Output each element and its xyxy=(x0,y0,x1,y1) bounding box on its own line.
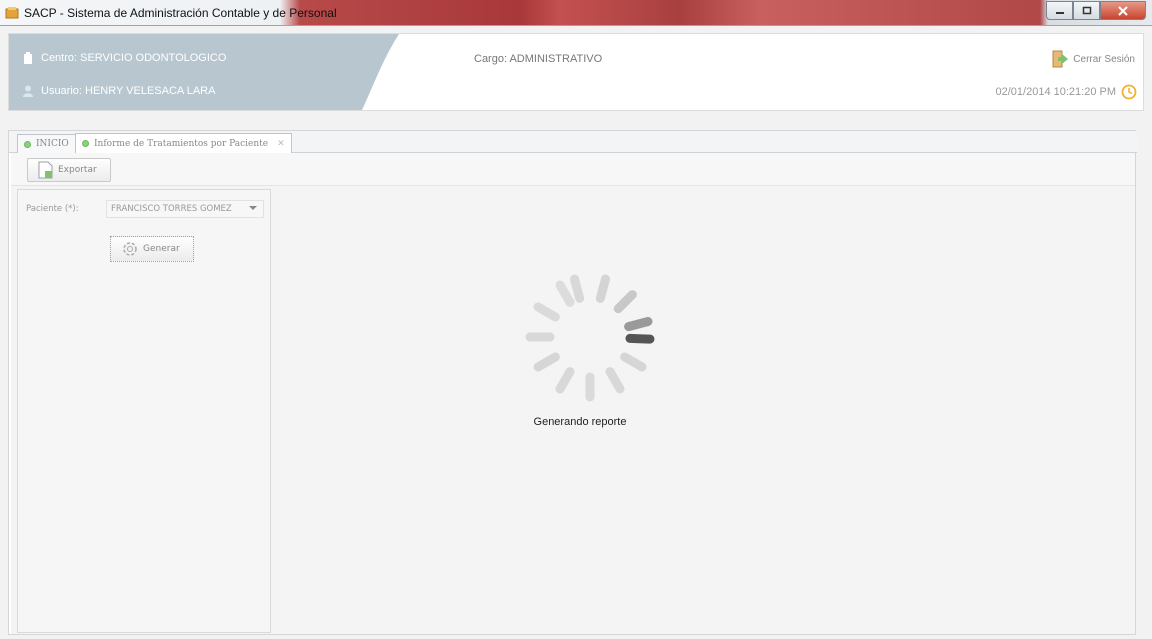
tab-informe-tratamientos[interactable]: Informe de Tratamientos por Paciente ✕ xyxy=(75,133,292,153)
datetime-display: 02/01/2014 10:21:20 PM xyxy=(996,84,1137,100)
user-header: Centro: SERVICIO ODONTOLOGICO Usuario: H… xyxy=(8,33,1144,111)
tab-inicio[interactable]: INICIO xyxy=(17,134,76,153)
tab-label: INICIO xyxy=(36,139,69,149)
usuario-label: Usuario: HENRY VELESACA LARA xyxy=(41,85,216,97)
tab-strip: INICIO Informe de Tratamientos por Pacie… xyxy=(9,131,1137,153)
minimize-button[interactable] xyxy=(1046,1,1073,20)
maximize-button[interactable] xyxy=(1073,1,1100,20)
generate-button[interactable]: Generar xyxy=(110,236,194,262)
gear-icon xyxy=(123,242,137,256)
status-dot-icon xyxy=(82,140,89,147)
close-icon xyxy=(1118,5,1128,16)
tab-label: Informe de Tratamientos por Paciente xyxy=(94,138,269,149)
filter-pane: Paciente (*): FRANCISCO TORRES GOMEZ Gen… xyxy=(17,189,271,633)
title-bar: SACP - Sistema de Administración Contabl… xyxy=(0,0,1152,26)
header-banner xyxy=(9,34,399,110)
export-button[interactable]: Exportar xyxy=(27,158,111,182)
chevron-down-icon xyxy=(249,206,257,210)
generate-label: Generar xyxy=(143,244,180,254)
export-document-icon xyxy=(38,161,53,179)
user-icon xyxy=(23,85,33,97)
status-dot-icon xyxy=(24,140,31,148)
tab-close-icon[interactable]: ✕ xyxy=(277,139,285,149)
centro-info: Centro: SERVICIO ODONTOLOGICO xyxy=(23,52,226,64)
centro-label: Centro: SERVICIO ODONTOLOGICO xyxy=(41,52,227,64)
patient-label: Paciente (*): xyxy=(26,204,79,214)
usuario-info: Usuario: HENRY VELESACA LARA xyxy=(23,85,215,97)
clock-icon xyxy=(1121,84,1137,100)
app-icon xyxy=(5,7,19,19)
building-icon xyxy=(24,52,32,64)
close-button[interactable] xyxy=(1100,1,1146,20)
patient-select[interactable]: FRANCISCO TORRES GOMEZ xyxy=(106,200,264,218)
datetime-label: 02/01/2014 10:21:20 PM xyxy=(995,86,1116,98)
loading-message: Generando reporte xyxy=(533,416,627,428)
logout-button[interactable]: Cerrar Sesión xyxy=(1051,50,1135,68)
minimize-icon xyxy=(1055,11,1064,14)
export-label: Exportar xyxy=(58,165,97,175)
cargo-label: Cargo: ADMINISTRATIVO xyxy=(474,53,603,65)
logout-label: Cerrar Sesión xyxy=(1073,53,1135,65)
door-exit-icon xyxy=(1052,50,1069,68)
window-title: SACP - Sistema de Administración Contabl… xyxy=(24,6,337,20)
loading-spinner-icon xyxy=(525,274,655,402)
patient-selected-value: FRANCISCO TORRES GOMEZ xyxy=(111,204,232,214)
maximize-icon xyxy=(1082,6,1091,14)
window-controls xyxy=(1046,1,1146,21)
toolbar: Exportar xyxy=(11,153,1135,186)
